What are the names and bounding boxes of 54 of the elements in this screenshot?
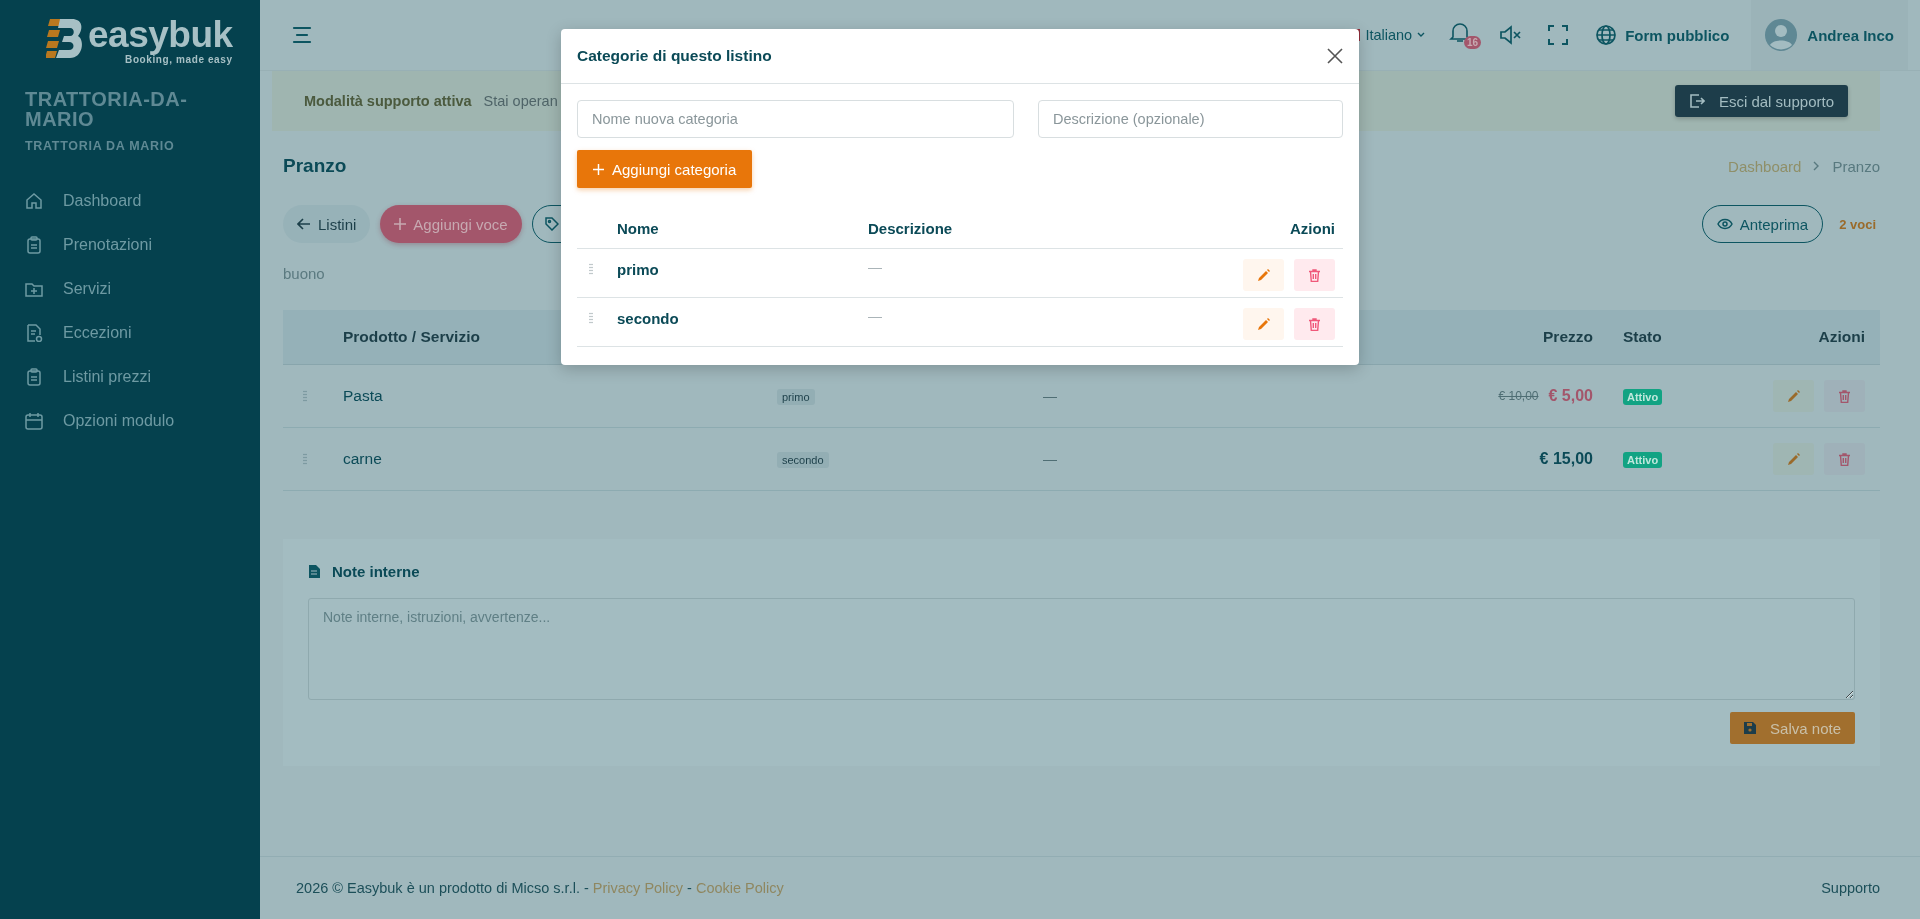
sidebar-item[interactable]: Dashboard — [0, 179, 260, 223]
banner-text: Stai operan — [483, 93, 558, 109]
banner-title: Modalità supporto attiva — [304, 93, 472, 109]
column-header: Prezzo — [1542, 328, 1593, 346]
column-header: Azioni — [1289, 219, 1336, 237]
description-cell-text: — — [1043, 388, 1058, 404]
user-menu[interactable]: Andrea Inco — [1751, 0, 1908, 70]
product-name: carne — [343, 450, 383, 468]
notes-field[interactable]: Note interne, istruzioni, avvertenze... — [308, 598, 1855, 700]
back-button[interactable]: Listini — [283, 205, 371, 243]
category-tag: primo — [777, 389, 815, 405]
dialog-title: Categorie di questo listino — [577, 47, 772, 65]
notes-title: Note interne — [332, 563, 420, 580]
logo-wordmark: easybuk — [88, 16, 233, 54]
description-cell-text: — — [1043, 451, 1058, 467]
organization-subtitle: TRATTORIA DA MARIO — [25, 139, 176, 153]
list-description: buono — [283, 265, 325, 282]
sidebar-item[interactable]: Servizi — [0, 267, 260, 311]
category-name-field[interactable]: Nome nuova categoria — [577, 100, 1014, 138]
organization-name: TRATTORIA-DA-MARIO — [25, 89, 189, 129]
category-description: — — [868, 308, 883, 324]
save-notes-button[interactable]: Salva note — [1730, 712, 1855, 744]
notification-count: 16 — [1464, 36, 1482, 49]
add-item-button[interactable]: Aggiungi voce — [380, 205, 522, 243]
status-badge: Attivo — [1623, 389, 1663, 405]
category-tag: secondo — [777, 452, 829, 468]
column-header: Prodotto / Servizio — [343, 328, 481, 346]
sidebar-item[interactable]: Eccezioni — [0, 311, 260, 355]
column-header: Stato — [1622, 328, 1663, 346]
sidebar-item[interactable]: Opzioni modulo — [0, 399, 260, 443]
public-form-link[interactable]: Form pubblico — [1595, 24, 1730, 46]
original-price: € 10,00 — [1498, 389, 1539, 403]
status-badge: Attivo — [1623, 452, 1663, 468]
exit-support-button[interactable]: Esci dal supporto — [1674, 85, 1848, 117]
item-count: 2 voci — [1839, 216, 1876, 232]
category-description-field[interactable]: Descrizione (opzionale) — [1038, 100, 1343, 138]
support-link[interactable]: Supporto — [1821, 880, 1880, 896]
copyright-text: 2026 © Easybuk è un prodotto di Micso s.r.l. - Privacy Policy - Cookie Policy — [296, 880, 784, 896]
sidebar-item[interactable]: Prenotazioni — [0, 223, 260, 267]
column-header: Azioni — [1817, 328, 1866, 346]
product-name: Pasta — [343, 387, 384, 405]
page-title: Pranzo — [283, 155, 347, 177]
category-description: — — [868, 259, 883, 275]
breadcrumb-current: Pranzo — [1832, 157, 1880, 175]
column-header: Nome — [617, 219, 660, 237]
logo-tagline: Booking, made easy — [125, 54, 233, 65]
category-name: secondo — [617, 309, 680, 327]
category-name: primo — [617, 260, 660, 278]
sidebar-item[interactable]: Listini prezzi — [0, 355, 260, 399]
price: € 5,00 — [1548, 387, 1593, 405]
price: € 15,00 — [1539, 450, 1593, 468]
column-header: Descrizione — [868, 219, 954, 237]
notifications-button[interactable]: 16 — [1449, 21, 1482, 49]
add-category-button[interactable]: Aggiungi categoria — [577, 150, 753, 188]
